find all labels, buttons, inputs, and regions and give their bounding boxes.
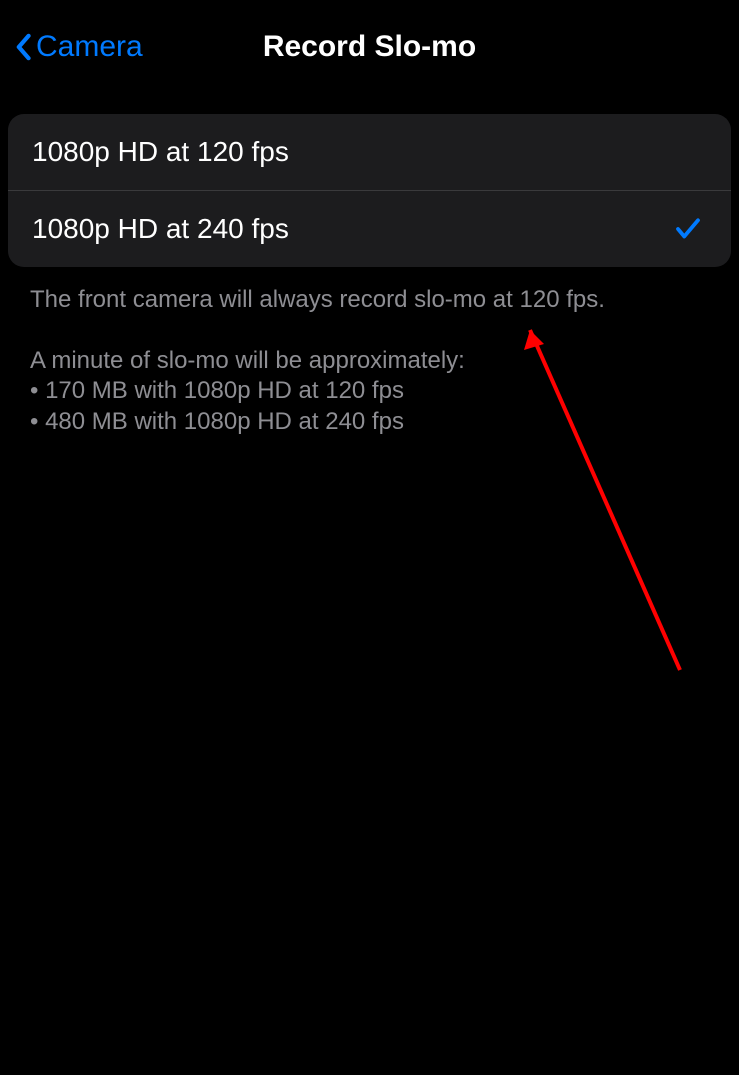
footer-bullet-1: • 170 MB with 1080p HD at 120 fps: [30, 376, 709, 407]
footer-bullet-2: • 480 MB with 1080p HD at 240 fps: [30, 407, 709, 438]
content-area: 1080p HD at 120 fps 1080p HD at 240 fps …: [0, 94, 739, 438]
footer-line-1: The front camera will always record slo-…: [30, 285, 709, 316]
slomo-options-group: 1080p HD at 120 fps 1080p HD at 240 fps: [8, 114, 731, 267]
footer-line-2: A minute of slo-mo will be approximately…: [30, 346, 709, 377]
back-label: Camera: [36, 30, 143, 64]
footer-description: The front camera will always record slo-…: [0, 267, 739, 438]
option-240fps[interactable]: 1080p HD at 240 fps: [8, 191, 731, 267]
back-button[interactable]: Camera: [14, 30, 143, 64]
option-120fps[interactable]: 1080p HD at 120 fps: [8, 114, 731, 191]
option-label: 1080p HD at 240 fps: [32, 213, 289, 245]
navigation-bar: Camera Record Slo-mo: [0, 0, 739, 94]
chevron-left-icon: [14, 33, 32, 61]
checkmark-icon: [673, 214, 703, 244]
page-title: Record Slo-mo: [263, 30, 476, 64]
option-label: 1080p HD at 120 fps: [32, 136, 289, 168]
